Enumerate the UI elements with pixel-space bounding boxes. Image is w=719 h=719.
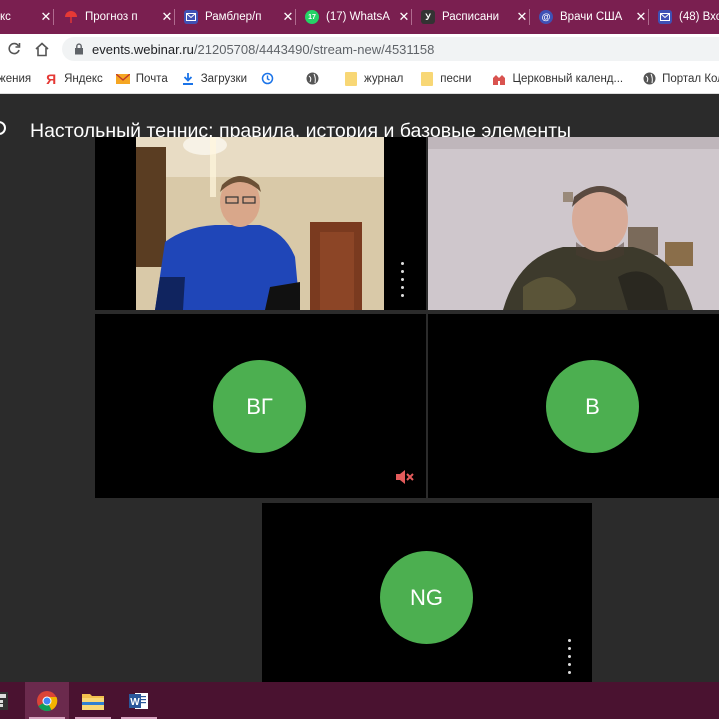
- tab-1-title: кс: [0, 11, 11, 23]
- video-tile-1[interactable]: [95, 137, 426, 310]
- close-icon[interactable]: ✕: [514, 9, 530, 25]
- taskbar: W: [0, 682, 719, 719]
- tab-5-title: Расписани: [442, 11, 500, 23]
- bookmark-journal[interactable]: журнал: [344, 71, 404, 86]
- mail-icon: [658, 10, 672, 24]
- tab-3-title: Рамблер/п: [205, 11, 262, 23]
- download-icon: [181, 72, 195, 86]
- history-icon: [260, 72, 274, 86]
- bookmark-item[interactable]: жения: [0, 73, 31, 85]
- url-field[interactable]: events.webinar.ru/21205708/4443490/strea…: [62, 37, 719, 61]
- address-bar: events.webinar.ru/21205708/4443490/strea…: [0, 34, 719, 64]
- bookmark-portal[interactable]: Портал Кол: [642, 72, 719, 86]
- participant-video-1: [95, 137, 426, 310]
- bookmark-history[interactable]: [260, 72, 280, 86]
- mail-icon: [115, 72, 130, 86]
- church-icon: [492, 72, 506, 86]
- bookmark-label: Почта: [135, 72, 168, 85]
- bookmark-label: жения: [0, 72, 32, 85]
- yandex-icon: Я: [46, 70, 57, 87]
- bookmark-globe[interactable]: [305, 72, 325, 86]
- folder-icon: [344, 71, 358, 86]
- avatar: ВГ: [213, 360, 306, 453]
- reload-icon[interactable]: [0, 35, 28, 63]
- file-explorer-icon[interactable]: [71, 682, 115, 719]
- bookmark-label: журнал: [364, 72, 404, 85]
- u-icon: У: [421, 10, 435, 24]
- svg-text:W: W: [130, 697, 140, 708]
- tab-7-title: (48) Вхо: [679, 11, 719, 23]
- word-icon[interactable]: W: [117, 682, 161, 719]
- close-icon[interactable]: ✕: [38, 9, 54, 25]
- close-icon[interactable]: ✕: [159, 9, 175, 25]
- tab-7[interactable]: (48) Вхо: [652, 3, 719, 31]
- globe-icon: [642, 72, 656, 86]
- bookmark-mail[interactable]: Почта: [115, 72, 168, 86]
- info-icon[interactable]: [0, 121, 6, 135]
- url-path: /21205708/4443490/stream-new/4531158: [193, 41, 435, 57]
- tab-6-title: Врачи США: [560, 11, 623, 23]
- bookmark-yandex[interactable]: Я Яндекс: [44, 70, 103, 87]
- calculator-icon[interactable]: [0, 682, 16, 719]
- avatar: NG: [380, 551, 473, 644]
- more-options-icon[interactable]: [568, 639, 572, 674]
- whatsapp-icon: 17: [305, 10, 319, 24]
- close-icon[interactable]: ✕: [633, 9, 649, 25]
- tab-1[interactable]: кс ✕: [0, 3, 54, 31]
- participant-tile-vg[interactable]: ВГ: [95, 314, 426, 498]
- video-tile-2[interactable]: [428, 137, 719, 310]
- bookmark-label: Яндекс: [64, 72, 103, 85]
- chrome-icon[interactable]: [25, 682, 69, 719]
- participant-tile-v[interactable]: В: [428, 314, 719, 498]
- url-host: events.webinar.ru: [92, 41, 194, 57]
- muted-microphone-icon: [394, 468, 414, 491]
- close-icon[interactable]: ✕: [396, 9, 412, 25]
- bookmark-songs[interactable]: песни: [420, 71, 472, 86]
- mail-icon: [184, 10, 198, 24]
- webinar-stage: Настольный теннис: правила, история и ба…: [0, 94, 719, 682]
- tab-5[interactable]: У Расписани ✕: [415, 3, 530, 31]
- tab-4-title: (17) WhatsA: [326, 11, 390, 23]
- close-icon[interactable]: ✕: [280, 9, 296, 25]
- tab-2[interactable]: Прогноз п ✕: [58, 3, 175, 31]
- folder-icon: [420, 71, 434, 86]
- participant-tile-ng[interactable]: NG: [262, 503, 592, 682]
- bookmarks-bar: жения Я Яндекс Почта Загрузки журнал пес…: [0, 64, 719, 94]
- bookmark-church-calendar[interactable]: Церковный календ...: [492, 72, 623, 86]
- home-icon[interactable]: [28, 35, 56, 63]
- tab-2-title: Прогноз п: [85, 11, 138, 23]
- lock-icon: [74, 43, 84, 55]
- bookmark-downloads[interactable]: Загрузки: [181, 72, 247, 86]
- bookmark-label: Портал Кол: [662, 72, 719, 85]
- globe-icon: [305, 72, 319, 86]
- participant-video-2: [428, 137, 719, 310]
- bookmark-label: песни: [440, 72, 472, 85]
- bookmark-label: Церковный календ...: [512, 72, 624, 85]
- tab-3[interactable]: Рамблер/п ✕: [178, 3, 296, 31]
- tab-4[interactable]: 17 (17) WhatsA ✕: [299, 3, 412, 31]
- bookmark-label: Загрузки: [200, 72, 247, 85]
- avatar: В: [546, 360, 639, 453]
- at-icon: @: [539, 10, 553, 24]
- browser-tab-strip: кс ✕ Прогноз п ✕ Рамблер/п ✕ 17 (17) Wha…: [0, 0, 719, 34]
- umbrella-icon: [64, 10, 78, 24]
- more-options-icon[interactable]: [401, 262, 405, 297]
- tab-6[interactable]: @ Врачи США ✕: [533, 3, 649, 31]
